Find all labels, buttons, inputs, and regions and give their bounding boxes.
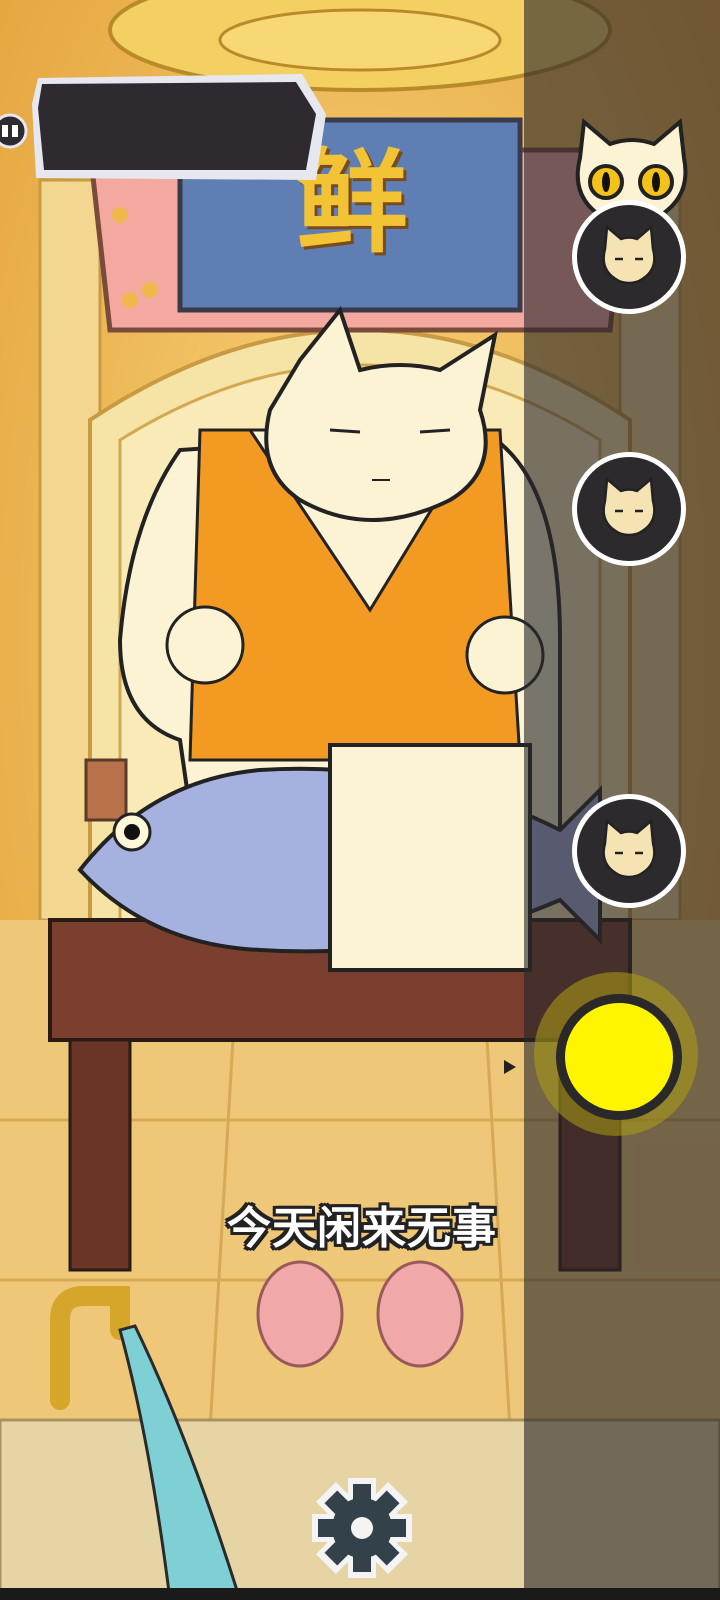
game-stage: 鲜 今天闲来无事 [0, 0, 720, 1600]
character-button-2[interactable] [572, 452, 686, 566]
dialogue-subtitle: 今天闲来无事 [227, 1203, 497, 1254]
sleepy-cat-face-icon [602, 224, 656, 285]
play-arrow-icon [504, 1060, 516, 1074]
record-button[interactable] [556, 994, 682, 1120]
gear-icon[interactable] [312, 1478, 412, 1578]
sleepy-cat-face-icon [602, 476, 656, 537]
banner-side-icon[interactable] [0, 106, 32, 156]
character-button-1[interactable] [572, 200, 686, 314]
character-button-3[interactable] [572, 794, 686, 908]
system-nav-bar [0, 1588, 720, 1600]
title-banner [32, 74, 326, 180]
sleepy-cat-face-icon [602, 818, 656, 879]
